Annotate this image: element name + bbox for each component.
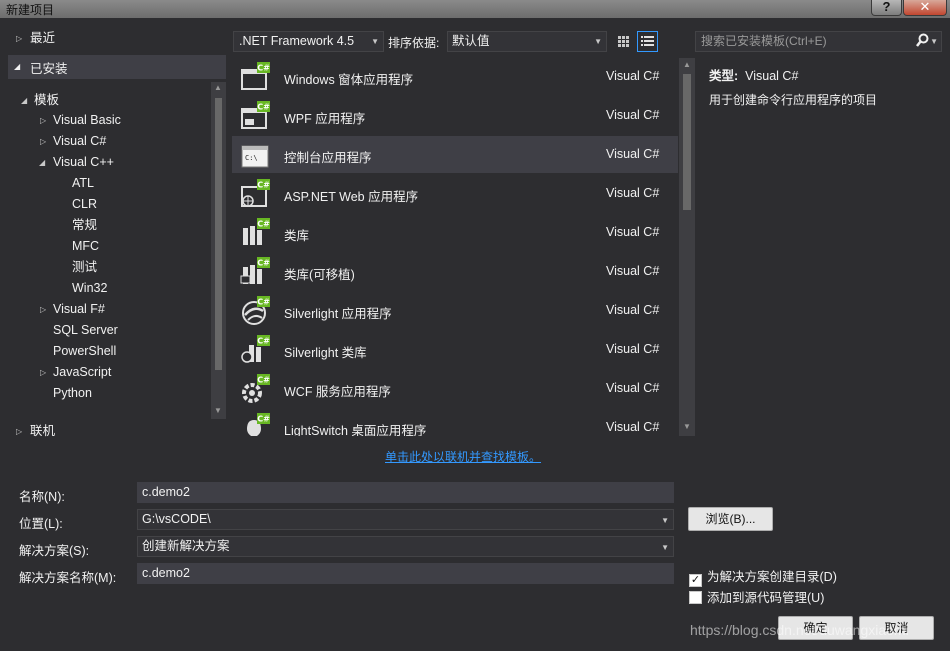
dropdown-arrow-icon[interactable]: ▼: [661, 538, 669, 557]
asp-net-icon: C#: [240, 179, 270, 209]
expand-arrow-icon[interactable]: ▷: [16, 28, 22, 49]
collapse-arrow-icon[interactable]: ◢: [14, 62, 20, 71]
template-list: C# Windows 窗体应用程序 Visual C# C# WPF 应用程序 …: [232, 58, 679, 436]
solution-name-label: 解决方案名称(M):: [19, 571, 117, 585]
silverlight-app-icon: C#: [240, 296, 270, 326]
sort-select[interactable]: 默认值 ▼: [447, 31, 607, 52]
svg-text:C#: C#: [257, 181, 270, 190]
close-button[interactable]: ✕: [903, 0, 947, 16]
search-input[interactable]: 搜索已安装模板(Ctrl+E) ▼: [695, 31, 942, 52]
tree-item-python[interactable]: Python: [53, 383, 92, 404]
template-item[interactable]: C# 类库(可移植) Visual C#: [232, 253, 678, 290]
console-app-icon: C:\: [240, 140, 270, 170]
windows-forms-icon: C#: [240, 62, 270, 92]
svg-text:C#: C#: [257, 259, 270, 268]
expand-arrow-icon[interactable]: ▷: [40, 362, 46, 383]
collapse-arrow-icon[interactable]: ◢: [39, 152, 45, 173]
scroll-up-icon[interactable]: ▲: [214, 83, 222, 92]
window-title: 新建项目: [6, 3, 55, 17]
silverlight-library-icon: C#: [240, 335, 270, 365]
expand-arrow-icon[interactable]: ▷: [40, 131, 46, 152]
search-icon[interactable]: [916, 33, 929, 52]
wpf-app-icon: C#: [240, 101, 270, 131]
expand-arrow-icon[interactable]: ▷: [40, 110, 46, 131]
template-item[interactable]: C# ASP.NET Web 应用程序 Visual C#: [232, 175, 678, 212]
svg-text:C#: C#: [257, 415, 270, 424]
svg-text:C#: C#: [257, 298, 270, 307]
list-view-icon[interactable]: [637, 31, 658, 52]
tree-scrollbar[interactable]: ▲ ▼: [211, 82, 226, 419]
name-field[interactable]: c.demo2: [137, 482, 674, 503]
template-item[interactable]: C# Silverlight 应用程序 Visual C#: [232, 292, 678, 329]
tree-item-clr[interactable]: CLR: [72, 194, 97, 215]
scroll-up-icon[interactable]: ▲: [683, 60, 691, 69]
dropdown-arrow-icon[interactable]: ▼: [930, 32, 938, 51]
scrollbar-thumb[interactable]: [683, 74, 691, 210]
tree-item-win32[interactable]: Win32: [72, 278, 107, 299]
tree-item-installed[interactable]: ◢ 已安装: [8, 55, 226, 79]
tree-item-mfc[interactable]: MFC: [72, 236, 99, 257]
tree-item-atl[interactable]: ATL: [72, 173, 94, 194]
checkbox-unchecked-icon[interactable]: [689, 591, 702, 604]
template-description: 用于创建命令行应用程序的项目: [709, 93, 878, 107]
svg-text:C#: C#: [257, 103, 270, 112]
location-label: 位置(L):: [19, 517, 63, 531]
lightswitch-icon: C#: [240, 413, 270, 436]
solution-label: 解决方案(S):: [19, 544, 90, 558]
solution-name-field[interactable]: c.demo2: [137, 563, 674, 584]
dropdown-arrow-icon: ▼: [371, 37, 379, 46]
wcf-service-icon: C#: [240, 374, 270, 404]
name-label: 名称(N):: [19, 490, 65, 504]
collapse-arrow-icon[interactable]: ◢: [21, 90, 27, 111]
sort-label: 排序依据:: [388, 36, 440, 50]
title-bar: 新建项目 ? ✕: [0, 0, 950, 18]
portable-library-icon: C#: [240, 257, 270, 287]
dropdown-arrow-icon: ▼: [594, 37, 602, 46]
scroll-down-icon[interactable]: ▼: [683, 422, 691, 431]
solution-select[interactable]: 创建新解决方案 ▼: [137, 536, 674, 557]
svg-text:C#: C#: [257, 64, 270, 73]
small-icons-view-icon[interactable]: [613, 31, 634, 52]
dropdown-arrow-icon[interactable]: ▼: [661, 511, 669, 530]
template-item-selected[interactable]: C:\ 控制台应用程序 Visual C#: [232, 136, 678, 173]
template-item[interactable]: C# Silverlight 类库 Visual C#: [232, 331, 678, 368]
scroll-down-icon[interactable]: ▼: [214, 406, 222, 415]
create-directory-checkbox[interactable]: ✓ 为解决方案创建目录(D): [689, 566, 837, 587]
template-type: 类型: Visual C#: [709, 69, 799, 83]
expand-arrow-icon[interactable]: ▷: [16, 421, 22, 442]
scrollbar-thumb[interactable]: [215, 98, 222, 370]
tree-item-sql-server[interactable]: SQL Server: [53, 320, 118, 341]
location-field[interactable]: G:\vsCODE\ ▼: [137, 509, 674, 530]
source-control-checkbox[interactable]: 添加到源代码管理(U): [689, 587, 824, 606]
browse-button[interactable]: 浏览(B)...: [688, 507, 773, 531]
template-item[interactable]: C# 类库 Visual C#: [232, 214, 678, 251]
template-item[interactable]: C# WPF 应用程序 Visual C#: [232, 97, 678, 134]
help-button[interactable]: ?: [871, 0, 902, 16]
online-templates-link[interactable]: 单击此处以联机并查找模板。: [385, 448, 541, 465]
template-item[interactable]: C# Windows 窗体应用程序 Visual C#: [232, 58, 678, 95]
watermark: https://blog.csdn.net/duwangxiaomi: [690, 622, 909, 638]
svg-text:C#: C#: [257, 220, 270, 229]
template-list-scrollbar[interactable]: ▲ ▼: [679, 58, 695, 436]
template-item[interactable]: C# WCF 服务应用程序 Visual C#: [232, 370, 678, 407]
svg-text:C:\: C:\: [245, 154, 258, 162]
template-item[interactable]: C# LightSwitch 桌面应用程序 Visual C#: [232, 409, 678, 436]
tree-item-test[interactable]: 测试: [72, 257, 97, 278]
class-library-icon: C#: [240, 218, 270, 248]
expand-arrow-icon[interactable]: ▷: [40, 299, 46, 320]
tree-item-general[interactable]: 常规: [72, 215, 97, 236]
checkbox-checked-icon[interactable]: ✓: [689, 574, 702, 587]
tree-item-powershell[interactable]: PowerShell: [53, 341, 116, 362]
svg-text:C#: C#: [257, 376, 270, 385]
svg-text:C#: C#: [257, 337, 270, 346]
framework-select[interactable]: .NET Framework 4.5 ▼: [233, 31, 384, 52]
template-tree: ▷ 最近 ◢ 已安装 ◢ 模板 ▷ Visual Basic ▷ Visual …: [0, 27, 226, 443]
